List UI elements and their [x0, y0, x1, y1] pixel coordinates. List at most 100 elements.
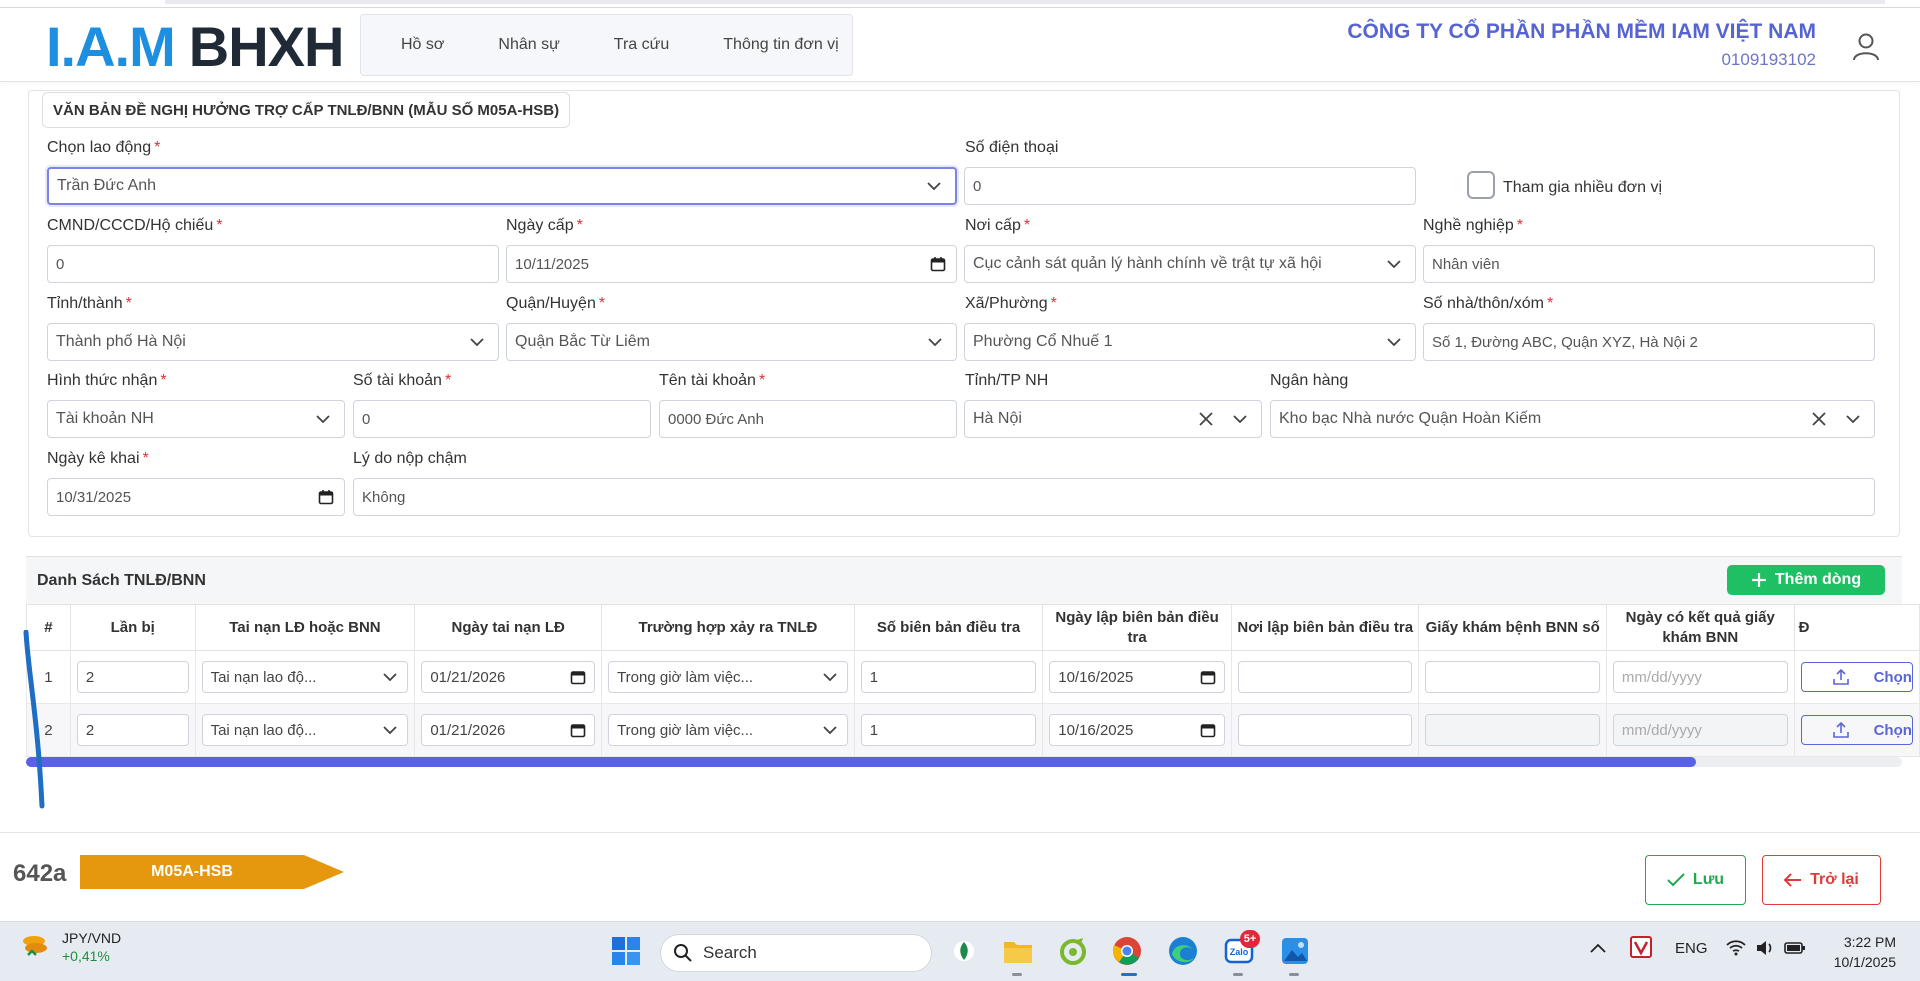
wifi-icon[interactable] — [1726, 940, 1746, 960]
calendar-icon[interactable] — [1200, 669, 1216, 685]
situation-select[interactable]: Trong giờ làm việc... — [608, 714, 848, 746]
accident-date-input[interactable]: 01/21/2026 — [421, 714, 596, 746]
col-header-type: Tai nạn LĐ hoặc BNN — [194, 604, 416, 651]
result-date-input[interactable]: mm/dd/yyyy — [1612, 714, 1788, 746]
col-header-bnn-paper: Giấy khám bệnh BNN số — [1418, 604, 1607, 651]
address-field[interactable]: Số 1, Đường ABC, Quận XYZ, Hà Nội 2 — [1423, 323, 1875, 361]
receive-method-label: Hình thức nhận * — [47, 372, 167, 389]
add-row-button[interactable]: Thêm dòng — [1727, 565, 1885, 595]
bank-select[interactable]: Kho bạc Nhà nước Quận Hoàn Kiếm — [1270, 400, 1875, 438]
greenshot-icon[interactable] — [1056, 934, 1090, 968]
leaf-app-icon[interactable] — [947, 934, 981, 968]
save-button[interactable]: Lưu — [1645, 855, 1746, 905]
form-code: 642a — [13, 860, 67, 887]
back-button[interactable]: Trở lại — [1762, 855, 1881, 905]
type-select[interactable]: Tai nạn lao độ... — [201, 714, 409, 746]
company-info: CÔNG TY CỔ PHẦN PHẦN MỀM IAM VIỆT NAM 01… — [1347, 20, 1816, 70]
chevron-down-icon — [383, 726, 397, 734]
nav-item-nhan-su[interactable]: Nhân sự — [498, 36, 559, 54]
district-select[interactable]: Quận Bắc Từ Liêm — [506, 323, 957, 361]
bnn-paper-input[interactable] — [1425, 661, 1600, 693]
id-number-field[interactable]: 0 — [47, 245, 499, 283]
col-header-attachment: Đ — [1793, 604, 1920, 651]
app-header: I.A.M BHXH Hồ sơ Nhân sự Tra cứu Thông t… — [0, 8, 1920, 82]
active-indicator — [1121, 973, 1137, 976]
taskbar-search[interactable]: Search — [660, 934, 932, 972]
windows-start-icon[interactable] — [609, 934, 643, 968]
ward-select[interactable]: Phường Cổ Nhuế 1 — [964, 323, 1416, 361]
calendar-icon[interactable] — [930, 256, 946, 272]
report-no-input[interactable]: 1 — [860, 661, 1037, 693]
app-logo[interactable]: I.A.M BHXH — [46, 15, 344, 78]
multi-unit-checkbox[interactable] — [1467, 171, 1495, 199]
photos-icon[interactable] — [1278, 934, 1312, 968]
company-code: 0109193102 — [1721, 50, 1816, 69]
tray-chevron-up-icon[interactable] — [1590, 940, 1606, 957]
calendar-icon[interactable] — [570, 722, 586, 738]
clear-icon[interactable] — [1199, 412, 1213, 426]
account-number-field[interactable]: 0 — [353, 400, 651, 438]
system-clock[interactable]: 3:22 PM 10/1/2025 — [1834, 932, 1896, 972]
edge-icon[interactable] — [1166, 934, 1200, 968]
zalo-badge: 5+ — [1240, 930, 1260, 948]
phone-label: Số điện thoại — [965, 139, 1059, 156]
chevron-down-icon — [1233, 415, 1247, 423]
phone-field[interactable]: 0 — [964, 167, 1416, 205]
issue-place-label: Nơi cấp * — [965, 217, 1031, 234]
bank-province-select[interactable]: Hà Nội — [964, 400, 1262, 438]
nav-item-thong-tin-don-vi[interactable]: Thông tin đơn vị — [723, 36, 838, 54]
volume-icon[interactable] — [1756, 940, 1776, 960]
widget-change: +0,41% — [62, 948, 110, 964]
nav-item-tra-cuu[interactable]: Tra cứu — [614, 36, 669, 54]
issue-place-select[interactable]: Cục cảnh sát quản lý hành chính về trật … — [964, 245, 1416, 283]
report-date-input[interactable]: 10/16/2025 — [1049, 661, 1225, 693]
user-icon[interactable] — [1850, 30, 1882, 62]
running-indicator — [1289, 973, 1299, 976]
times-input[interactable]: 2 — [76, 714, 189, 746]
result-date-input[interactable]: mm/dd/yyyy — [1612, 661, 1788, 693]
table-caption: Danh Sách TNLĐ/BNN — [37, 572, 206, 589]
report-place-input[interactable] — [1237, 714, 1413, 746]
calendar-icon[interactable] — [318, 489, 334, 505]
tray-app-icon[interactable] — [1630, 936, 1652, 962]
account-name-field[interactable]: 0000 Đức Anh — [659, 400, 957, 438]
chevron-down-icon — [316, 415, 330, 423]
bnn-paper-input[interactable] — [1425, 714, 1600, 746]
calendar-icon[interactable] — [570, 669, 586, 685]
report-no-input[interactable]: 1 — [860, 714, 1037, 746]
upload-button[interactable]: Chọn — [1800, 715, 1913, 745]
late-reason-field[interactable]: Không — [353, 478, 1875, 516]
bank-label: Ngân hàng — [1270, 372, 1349, 389]
file-explorer-icon[interactable] — [1001, 934, 1035, 968]
accident-date-input[interactable]: 01/21/2026 — [421, 661, 596, 693]
occupation-field[interactable]: Nhân viên — [1423, 245, 1875, 283]
chevron-down-icon — [383, 673, 397, 681]
nav-item-ho-so[interactable]: Hồ sơ — [401, 36, 444, 54]
form-panel — [28, 90, 1900, 537]
col-header-accident-date: Ngày tai nạn LĐ — [414, 604, 603, 651]
upload-button[interactable]: Chọn — [1800, 662, 1913, 692]
receive-method-select[interactable]: Tài khoản NH — [47, 400, 345, 438]
calendar-icon[interactable] — [1200, 722, 1216, 738]
running-indicator — [1233, 973, 1243, 976]
widget-symbol: JPY/VND — [62, 930, 122, 946]
currency-widget[interactable]: JPY/VND +0,41% — [20, 930, 121, 964]
scrollbar-thumb[interactable] — [26, 757, 1696, 767]
employee-select[interactable]: Trần Đức Anh — [47, 167, 957, 205]
situation-select[interactable]: Trong giờ làm việc... — [608, 661, 848, 693]
clear-icon[interactable] — [1812, 412, 1826, 426]
province-select[interactable]: Thành phố Hà Nội — [47, 323, 499, 361]
report-place-input[interactable] — [1237, 661, 1413, 693]
chrome-icon[interactable] — [1110, 934, 1144, 968]
district-label: Quận/Huyện * — [506, 295, 606, 312]
issue-date-field[interactable]: 10/11/2025 — [506, 245, 957, 283]
language-indicator[interactable]: ENG — [1675, 940, 1708, 957]
chevron-down-icon — [1387, 260, 1401, 268]
times-input[interactable]: 2 — [76, 661, 189, 693]
chevron-down-icon — [823, 726, 837, 734]
type-select[interactable]: Tai nạn lao độ... — [201, 661, 409, 693]
report-date-input[interactable]: 10/16/2025 — [1049, 714, 1225, 746]
clock-date: 10/1/2025 — [1833, 954, 1896, 970]
declare-date-field[interactable]: 10/31/2025 — [47, 478, 345, 516]
battery-icon[interactable] — [1784, 940, 1806, 960]
